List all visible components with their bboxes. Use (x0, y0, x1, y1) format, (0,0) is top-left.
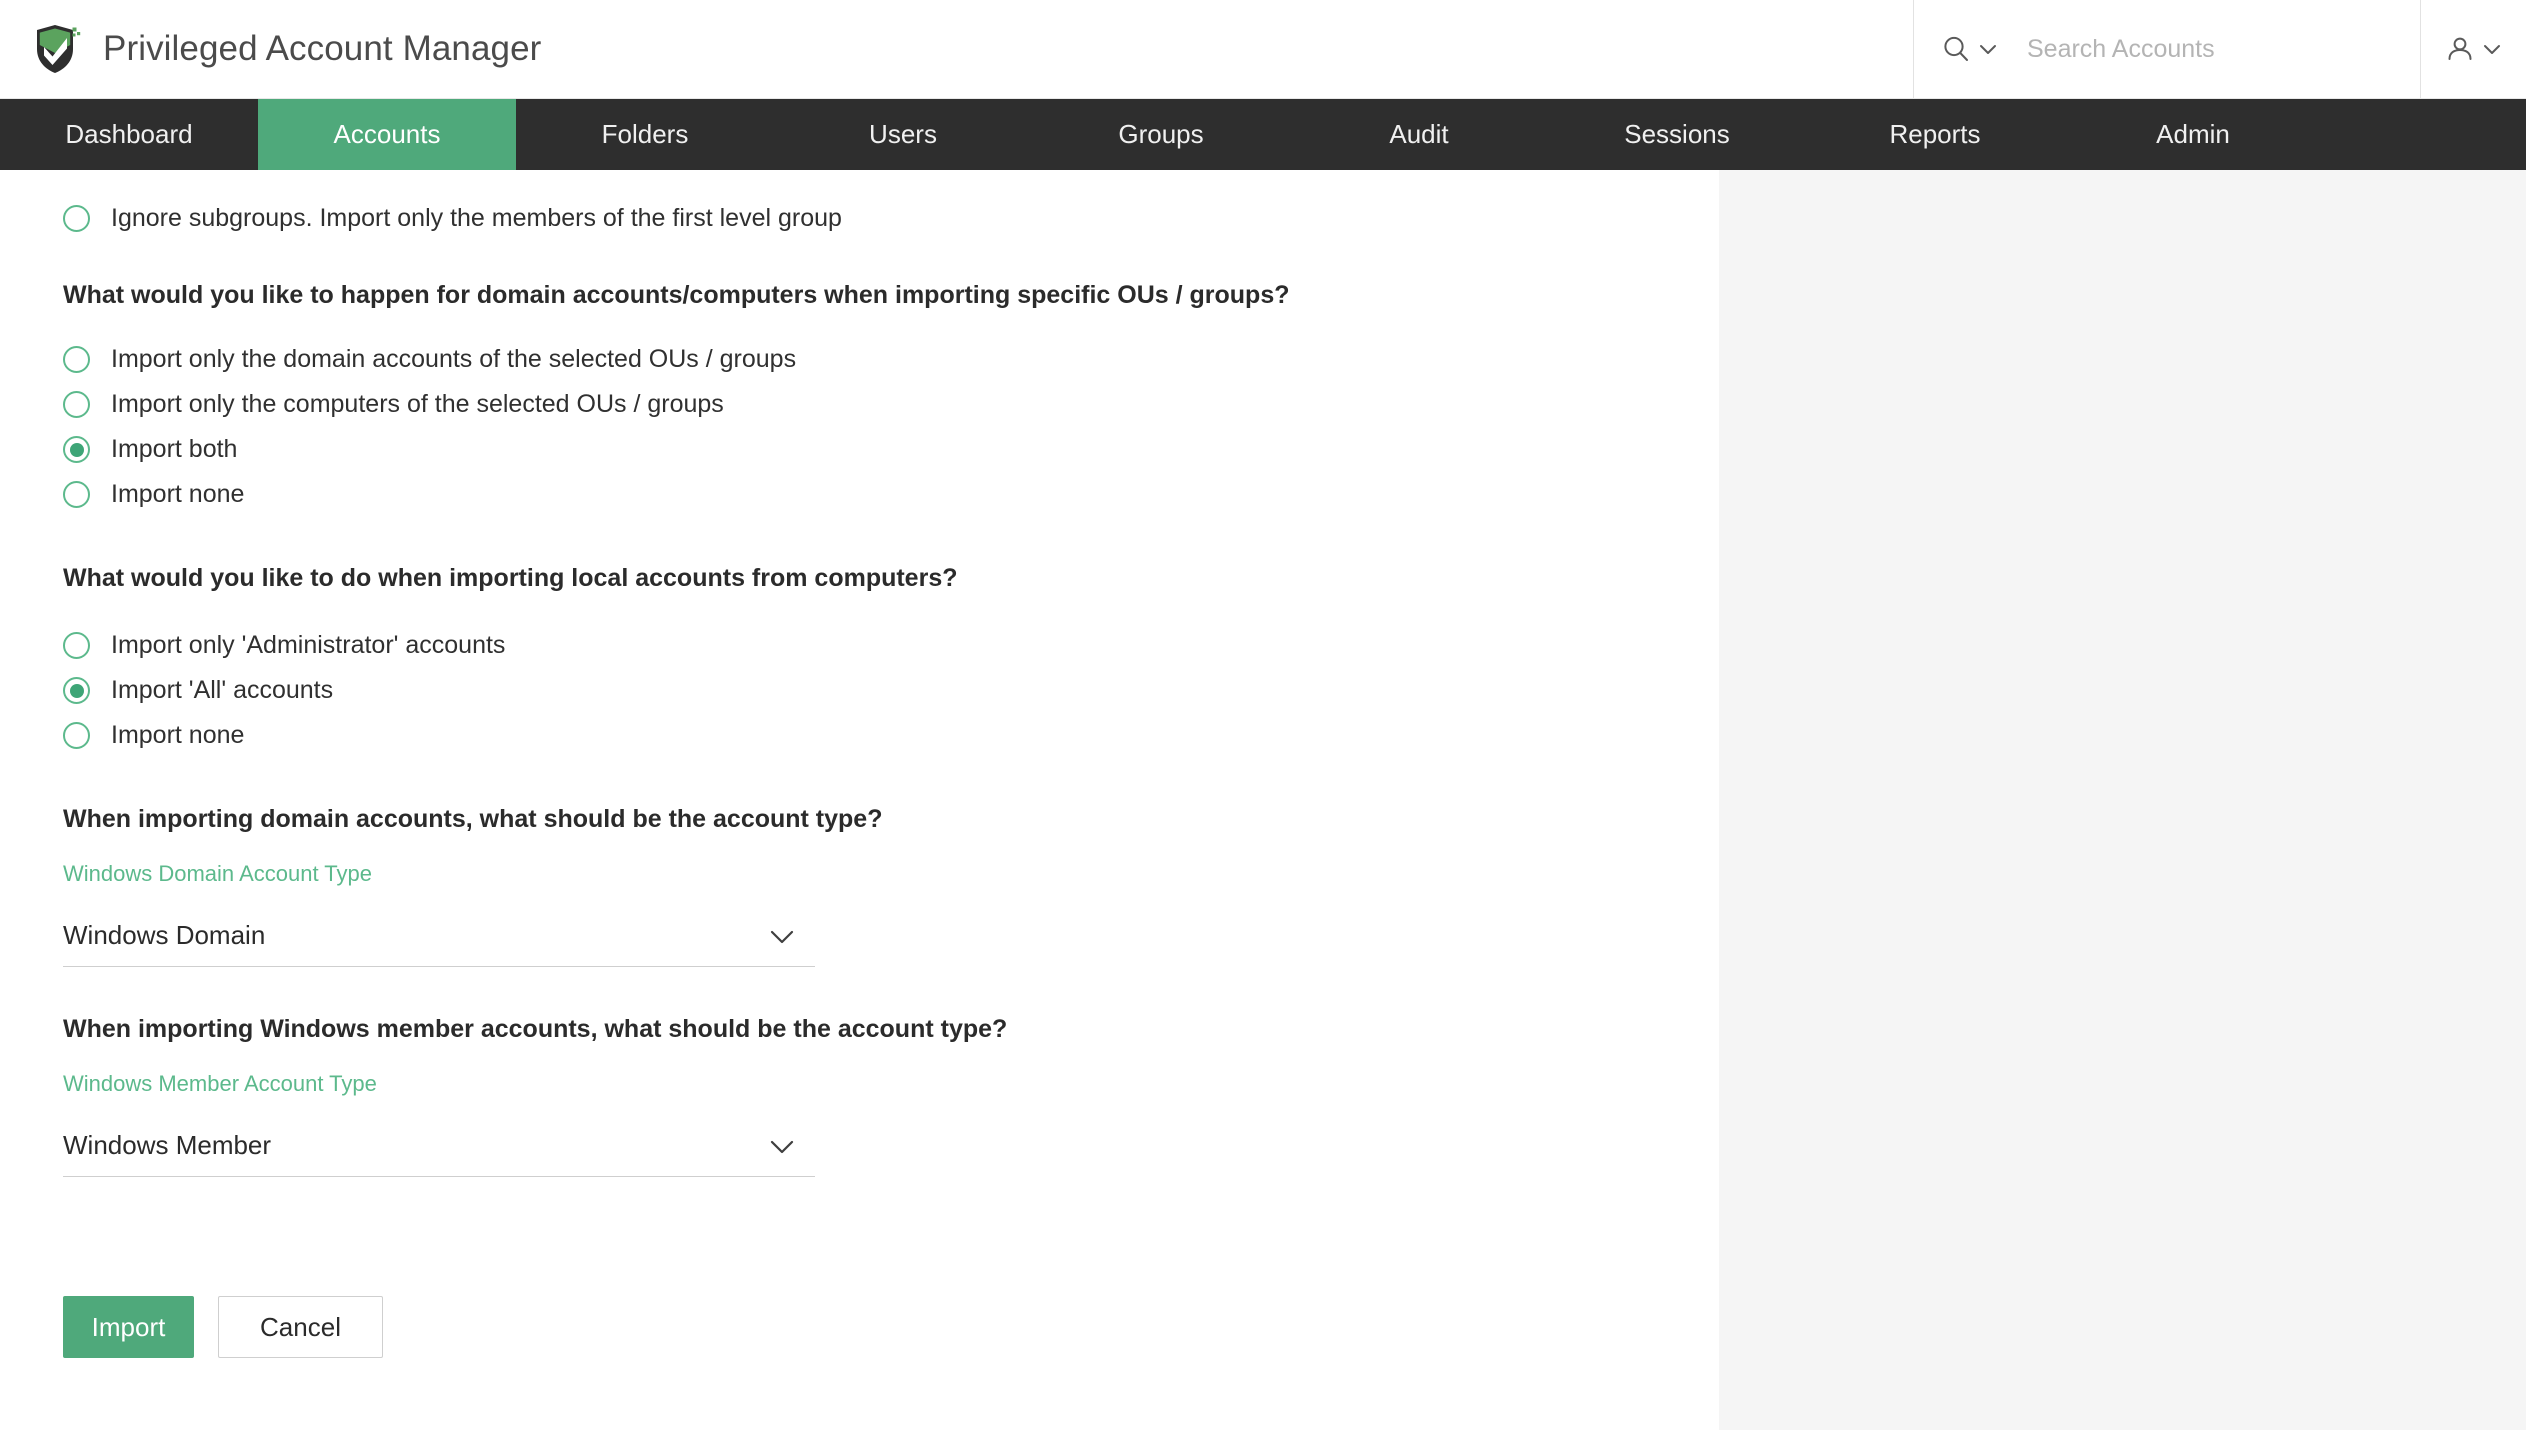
option-label: Import none (111, 480, 245, 508)
question-member-account-type: When importing Windows member accounts, … (63, 1015, 1008, 1043)
search-scope-dropdown[interactable] (1941, 34, 1999, 64)
question-local-accounts: What would you like to do when importing… (63, 564, 958, 592)
option-label: Ignore subgroups. Import only the member… (111, 204, 842, 232)
radio-domain-accounts-only[interactable] (63, 346, 90, 373)
selected-value: Windows Member (63, 1130, 272, 1160)
main-navigation: Dashboard Accounts Folders Users Groups … (0, 99, 2526, 170)
nav-tab-sessions[interactable]: Sessions (1548, 99, 1806, 170)
app-title: Privileged Account Manager (103, 29, 542, 68)
chevron-down-icon (2481, 38, 2503, 60)
nav-tab-dashboard[interactable]: Dashboard (0, 99, 258, 170)
radio-computers-only[interactable] (63, 391, 90, 418)
nav-tab-users[interactable]: Users (774, 99, 1032, 170)
option-label: Import only 'Administrator' accounts (111, 631, 506, 659)
radio-group-domain: Import only the domain accounts of the s… (63, 337, 1719, 517)
radio-import-both[interactable] (63, 436, 90, 463)
import-button[interactable]: Import (63, 1296, 194, 1358)
selected-value: Windows Domain (63, 920, 266, 950)
nav-tab-admin[interactable]: Admin (2064, 99, 2322, 170)
member-account-type-field: Windows Member Account Type Windows Memb… (63, 1071, 1719, 1177)
nav-tab-folders[interactable]: Folders (516, 99, 774, 170)
chevron-down-icon (1977, 38, 1999, 60)
option-import-none-domain[interactable]: Import none (63, 472, 1719, 517)
option-label: Import both (111, 435, 238, 463)
radio-import-none-local[interactable] (63, 722, 90, 749)
option-label: Import only the domain accounts of the s… (111, 345, 797, 373)
member-account-type-label: Windows Member Account Type (63, 1071, 377, 1096)
nav-tab-audit[interactable]: Audit (1290, 99, 1548, 170)
nav-tab-accounts[interactable]: Accounts (258, 99, 516, 170)
user-menu-button[interactable] (2420, 0, 2526, 98)
search-bar (1913, 0, 2420, 98)
nav-tab-groups[interactable]: Groups (1032, 99, 1290, 170)
search-icon (1941, 34, 1971, 64)
question-domain-account-type: When importing domain accounts, what sho… (63, 805, 883, 833)
nav-tab-reports[interactable]: Reports (1806, 99, 2064, 170)
chevron-down-icon (765, 919, 799, 953)
radio-administrator-only[interactable] (63, 632, 90, 659)
option-domain-accounts-only[interactable]: Import only the domain accounts of the s… (63, 337, 1719, 382)
brand: Privileged Account Manager (0, 0, 541, 98)
option-import-both[interactable]: Import both (63, 427, 1719, 472)
domain-account-type-select[interactable]: Windows Domain (63, 905, 815, 967)
option-computers-only[interactable]: Import only the computers of the selecte… (63, 382, 1719, 427)
option-label: Import none (111, 721, 245, 749)
option-administrator-only[interactable]: Import only 'Administrator' accounts (63, 623, 1719, 668)
radio-ignore-subgroups[interactable] (63, 205, 90, 232)
user-icon (2445, 34, 2475, 64)
member-account-type-select[interactable]: Windows Member (63, 1115, 815, 1177)
option-label: Import 'All' accounts (111, 676, 334, 704)
question-domain-import: What would you like to happen for domain… (63, 281, 1290, 309)
chevron-down-icon (765, 1129, 799, 1163)
app-header: Privileged Account Manager (0, 0, 2526, 99)
option-ignore-subgroups[interactable]: Ignore subgroups. Import only the member… (63, 204, 1719, 233)
page-body: Ignore subgroups. Import only the member… (0, 170, 2526, 1430)
shield-check-icon (33, 23, 81, 75)
side-panel (1719, 170, 2526, 1430)
radio-group-local: Import only 'Administrator' accounts Imp… (63, 623, 1719, 758)
domain-account-type-label: Windows Domain Account Type (63, 861, 372, 886)
cancel-button[interactable]: Cancel (218, 1296, 383, 1358)
radio-all-accounts[interactable] (63, 677, 90, 704)
option-label: Import only the computers of the selecte… (111, 390, 724, 418)
option-all-accounts[interactable]: Import 'All' accounts (63, 668, 1719, 713)
domain-account-type-field: Windows Domain Account Type Windows Doma… (63, 861, 1719, 967)
form-actions: Import Cancel (63, 1296, 1719, 1358)
option-import-none-local[interactable]: Import none (63, 713, 1719, 758)
radio-import-none-domain[interactable] (63, 481, 90, 508)
import-settings-form: Ignore subgroups. Import only the member… (0, 170, 1719, 1430)
search-input[interactable] (2025, 29, 2405, 69)
header-spacer (541, 0, 1913, 98)
